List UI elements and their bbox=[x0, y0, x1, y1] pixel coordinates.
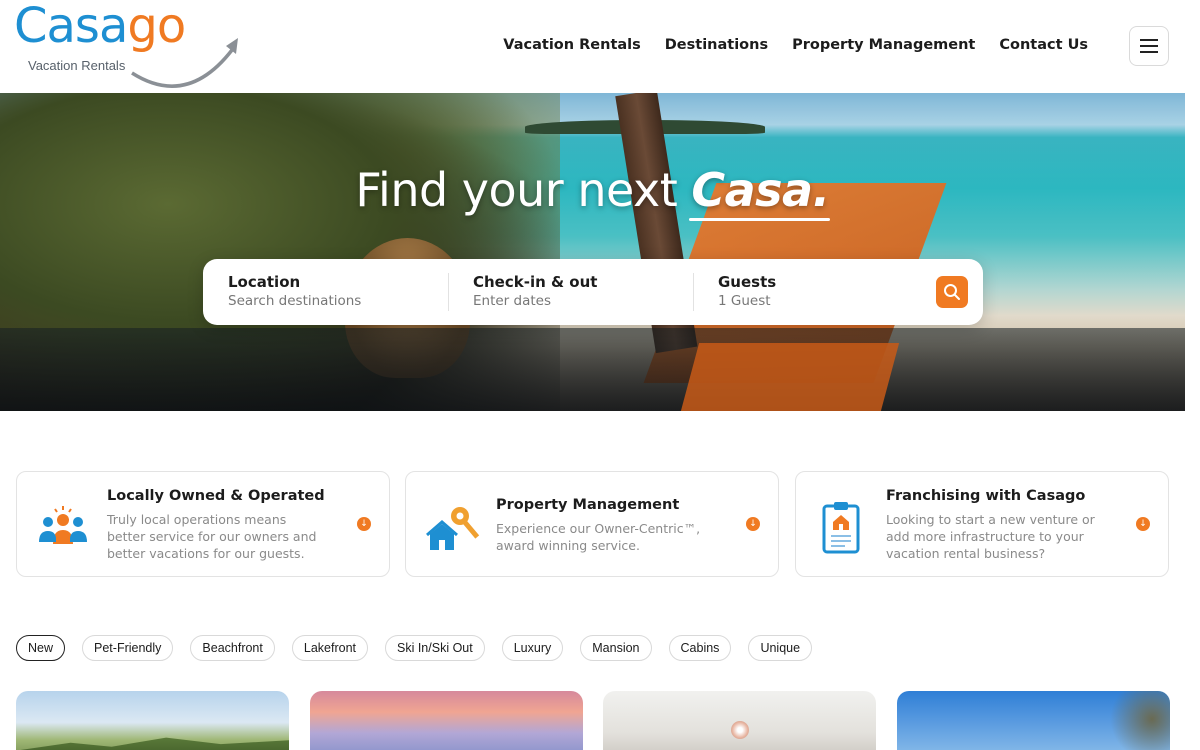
filter-new[interactable]: New bbox=[16, 635, 66, 661]
dates-field[interactable]: Check-in & out Enter dates bbox=[473, 273, 597, 309]
filter-mansion[interactable]: Mansion bbox=[580, 635, 652, 661]
hero-title: Find your next Casa. bbox=[355, 163, 830, 217]
dates-label: Check-in & out bbox=[473, 273, 598, 291]
site-header: Casago Vacation Rentals Vacation Rentals… bbox=[0, 0, 1200, 93]
logo-tagline: Vacation Rentals bbox=[28, 58, 126, 73]
feature-desc: Experience our Owner-Centric™, award win… bbox=[496, 521, 701, 553]
feature-card-franchising[interactable]: Franchising with Casago Looking to start… bbox=[795, 471, 1169, 577]
search-icon bbox=[944, 284, 960, 300]
hero-pool-reflection bbox=[680, 343, 900, 411]
feature-desc: Looking to start a new venture or add mo… bbox=[886, 512, 1095, 561]
hero-title-emphasis: Casa. bbox=[691, 163, 830, 217]
guests-field[interactable]: Guests 1 Guest bbox=[718, 273, 776, 309]
nav-property-management[interactable]: Property Management bbox=[792, 37, 975, 53]
category-filters: New Pet-Friendly Beachfront Lakefront Sk… bbox=[16, 635, 813, 661]
filter-ski-in-ski-out[interactable]: Ski In/Ski Out bbox=[385, 635, 485, 661]
logo-swoosh-icon bbox=[131, 38, 238, 88]
location-field[interactable]: Location Search destinations bbox=[228, 273, 361, 309]
guests-label: Guests bbox=[718, 273, 777, 291]
feature-title: Locally Owned & Operated bbox=[107, 488, 325, 504]
arrow-down-icon: ↓ bbox=[746, 517, 760, 531]
filter-beachfront[interactable]: Beachfront bbox=[190, 635, 275, 661]
feature-title: Property Management bbox=[496, 497, 680, 513]
filter-pet-friendly[interactable]: Pet-Friendly bbox=[82, 635, 174, 661]
guests-value: 1 Guest bbox=[718, 293, 771, 309]
hamburger-line bbox=[1140, 51, 1158, 53]
listing-thumbnail[interactable] bbox=[16, 691, 289, 750]
search-divider bbox=[693, 273, 694, 311]
filter-cabins[interactable]: Cabins bbox=[668, 635, 732, 661]
feature-title: Franchising with Casago bbox=[886, 488, 1086, 504]
casago-logo[interactable]: Casago Vacation Rentals bbox=[14, 2, 244, 88]
people-group-icon bbox=[39, 506, 87, 544]
hamburger-menu-button[interactable] bbox=[1129, 26, 1169, 66]
feature-card-property-management[interactable]: Property Management Experience our Owner… bbox=[405, 471, 779, 577]
house-key-icon bbox=[426, 507, 480, 550]
filter-lakefront[interactable]: Lakefront bbox=[291, 635, 368, 661]
listing-thumbnail[interactable] bbox=[310, 691, 583, 750]
search-bar: Location Search destinations Check-in & … bbox=[203, 259, 983, 325]
filter-unique[interactable]: Unique bbox=[748, 635, 813, 661]
listing-thumbnail[interactable] bbox=[897, 691, 1170, 750]
search-divider bbox=[448, 273, 449, 311]
dates-placeholder: Enter dates bbox=[473, 293, 552, 309]
arrow-down-icon: ↓ bbox=[357, 517, 371, 531]
hamburger-line bbox=[1140, 45, 1158, 47]
hero-pool bbox=[0, 328, 1185, 411]
location-placeholder: Search destinations bbox=[228, 293, 362, 309]
location-label: Location bbox=[228, 273, 301, 291]
filter-luxury[interactable]: Luxury bbox=[501, 635, 564, 661]
feature-card-local[interactable]: Locally Owned & Operated Truly local ope… bbox=[16, 471, 390, 577]
main-nav: Vacation Rentals Destinations Property M… bbox=[503, 37, 1088, 53]
hero-banner: Find your next Casa. Location Search des… bbox=[0, 93, 1185, 411]
listing-thumbnail[interactable] bbox=[603, 691, 876, 750]
feature-desc: Truly local operations means better serv… bbox=[107, 512, 317, 561]
hamburger-menu-icon bbox=[1140, 39, 1158, 41]
arrow-down-icon: ↓ bbox=[1136, 517, 1150, 531]
nav-contact-us[interactable]: Contact Us bbox=[999, 37, 1088, 53]
nav-destinations[interactable]: Destinations bbox=[665, 37, 768, 53]
search-button[interactable] bbox=[936, 276, 968, 308]
nav-vacation-rentals[interactable]: Vacation Rentals bbox=[503, 37, 640, 53]
clipboard-house-icon bbox=[822, 502, 860, 554]
